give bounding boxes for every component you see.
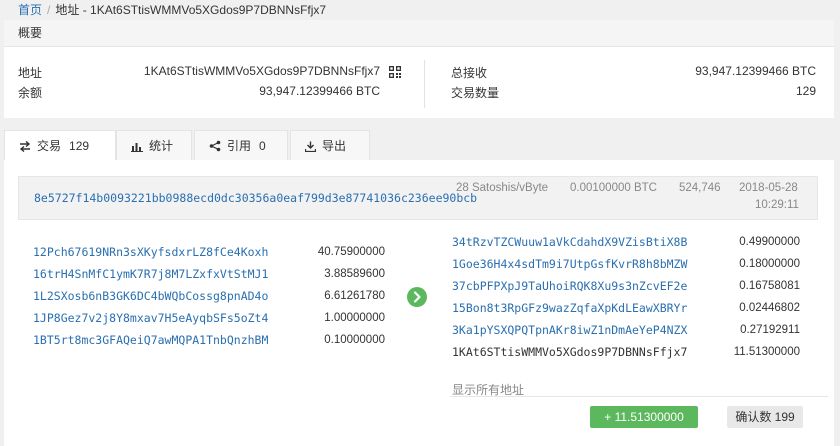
input-row: 1JP8Gez7v2j8Y8mxav7H5eAyqbSFs5oZt4 1.000…: [33, 310, 385, 326]
output-address-link[interactable]: 34tRzvTZCWuuw1aVkCdahdX9VZisBtiX8B: [452, 234, 687, 250]
bar-chart-icon: [131, 143, 143, 152]
input-address-link[interactable]: 16trH4SnMfC1ymK7R7j8M7LZxfxVtStMJ1: [33, 266, 268, 282]
tab-export[interactable]: 导出: [290, 130, 370, 160]
output-amount: 0.27192911: [740, 324, 800, 336]
tx-count-value: 129: [795, 84, 816, 98]
breadcrumb-separator: /: [47, 3, 51, 17]
output-address-link[interactable]: 37cbPFPXpJ9TaUhoiRQK8Xu9s3nZcvEF2e: [452, 278, 687, 294]
tab-statistics-label: 统计: [149, 139, 174, 153]
summary-divider: [424, 60, 425, 108]
download-icon: [304, 141, 317, 153]
output-address-self: 1KAt6STtisWMMVo5XGdos9P7DBNNsFfjx7: [452, 345, 688, 359]
output-address-link[interactable]: 1Goe36H4x4sdTm9i7UtpGsfKvrR8h8bMZW: [452, 256, 687, 272]
address-value: 1KAt6STtisWMMVo5XGdos9P7DBNNsFfjx7: [143, 64, 380, 78]
tab-references-count: 0: [259, 139, 266, 153]
tab-references-label: 引用: [227, 139, 252, 153]
input-address-link[interactable]: 1JP8Gez7v2j8Y8mxav7H5eAyqbSFs5oZt4: [33, 310, 268, 326]
input-amount: 6.61261780: [324, 290, 385, 302]
footer-divider: [450, 396, 828, 397]
output-amount: 0.18000000: [739, 258, 800, 270]
output-row: 1Goe36H4x4sdTm9i7UtpGsfKvrR8h8bMZW 0.180…: [452, 256, 800, 272]
fee-amount: 0.00100000 BTC: [570, 182, 657, 194]
balance-label: 余额: [18, 86, 43, 100]
fee-rate: 28 Satoshis/vByte: [456, 182, 549, 194]
breadcrumb-home-link[interactable]: 首页: [18, 3, 42, 17]
balance-value: 93,947.12399466 BTC: [259, 84, 380, 98]
block-height-link[interactable]: 524,746: [679, 182, 721, 194]
input-address-link[interactable]: 12Pch67619NRn3sXKyfsdxrLZ8fCe4Koxh: [33, 244, 268, 260]
qr-code-icon[interactable]: [389, 66, 401, 78]
output-amount: 0.49900000: [739, 236, 800, 248]
transaction-hash-link[interactable]: 8e5727f14b0093221bb0988ecd0dc30356a0eaf7…: [34, 191, 477, 205]
input-row: 16trH4SnMfC1ymK7R7j8M7LZxfxVtStMJ1 3.885…: [33, 266, 385, 282]
output-amount: 11.51300000: [733, 346, 800, 358]
share-icon: [209, 140, 221, 152]
input-row: 1L2SXosb6nB3GK6DC4bWQbCossg8pnAD4o 6.612…: [33, 288, 385, 304]
transaction-panel: 8e5727f14b0093221bb0988ecd0dc30356a0eaf7…: [4, 160, 834, 446]
total-received-label: 总接收: [451, 66, 488, 80]
net-amount-badge: + 11.51300000: [590, 406, 698, 428]
input-amount: 3.88589600: [324, 268, 385, 280]
input-amount: 40.75900000: [317, 246, 385, 258]
output-amount: 0.16758081: [739, 280, 800, 292]
input-row: 1BT5rt8mc3GFAQeiQ7awMQPA1TnbQnzhBM 0.100…: [33, 332, 385, 348]
output-row: 3Ka1pYSXQPQTpnAKr8iwZ1nDmAeYeP4NZX 0.271…: [452, 322, 800, 338]
tab-references[interactable]: 引用 0: [194, 130, 288, 160]
output-row: 34tRzvTZCWuuw1aVkCdahdX9VZisBtiX8B 0.499…: [452, 234, 800, 250]
breadcrumb: 首页 / 地址 - 1KAt6STtisWMMVo5XGdos9P7DBNNsFfj…: [0, 0, 840, 20]
address-label: 地址: [18, 66, 43, 80]
summary-title: 概要: [4, 20, 834, 47]
breadcrumb-current: 地址 - 1KAt6STtisWMMVo5XGdos9P7DBNNsFfjx7: [55, 3, 327, 17]
total-received-value: 93,947.12399466 BTC: [695, 64, 816, 78]
exchange-icon: [19, 140, 31, 153]
output-address-link[interactable]: 15Bon8t3RpGFz9wazZqfaXpKdLEawXBRYr: [452, 300, 687, 316]
tx-count-label: 交易数量: [451, 86, 500, 100]
tab-transactions[interactable]: 交易 129: [4, 130, 116, 161]
output-address-link[interactable]: 3Ka1pYSXQPQTpnAKr8iwZ1nDmAeYeP4NZX: [452, 322, 687, 338]
input-amount: 0.10000000: [324, 334, 385, 346]
output-row: 15Bon8t3RpGFz9wazZqfaXpKdLEawXBRYr 0.024…: [452, 300, 800, 316]
arrow-right-icon: [407, 287, 427, 307]
input-amount: 1.00000000: [324, 312, 385, 324]
summary-panel: 概要 地址 1KAt6STtisWMMVo5XGdos9P7DBNNsFfjx7…: [4, 20, 834, 118]
input-row: 12Pch67619NRn3sXKyfsdxrLZ8fCe4Koxh 40.75…: [33, 244, 385, 260]
tab-export-label: 导出: [322, 139, 347, 153]
input-address-link[interactable]: 1L2SXosb6nB3GK6DC4bWQbCossg8pnAD4o: [33, 288, 268, 304]
input-address-link[interactable]: 1BT5rt8mc3GFAQeiQ7awMQPA1TnbQnzhBM: [33, 332, 268, 348]
tab-transactions-label: 交易: [37, 139, 62, 153]
output-amount: 0.02446802: [739, 302, 800, 314]
tx-time: 10:29:11: [755, 199, 799, 211]
output-row: 37cbPFPXpJ9TaUhoiRQK8Xu9s3nZcvEF2e 0.167…: [452, 278, 800, 294]
transaction-header: 8e5727f14b0093221bb0988ecd0dc30356a0eaf7…: [18, 176, 818, 220]
output-row-self: 1KAt6STtisWMMVo5XGdos9P7DBNNsFfjx7 11.51…: [452, 344, 800, 360]
tx-date: 2018-05-28: [739, 182, 798, 194]
tab-statistics[interactable]: 统计: [116, 130, 192, 160]
tab-transactions-count: 129: [69, 139, 90, 153]
confirmations-badge: 确认数 199: [727, 406, 803, 428]
